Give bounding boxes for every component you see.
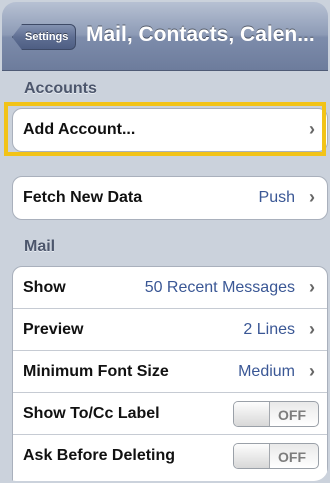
chevron-right-icon: › (309, 361, 315, 381)
mail-group: Show 50 Recent Messages › Preview 2 Line… (12, 266, 328, 481)
preview-row[interactable]: Preview 2 Lines › (13, 309, 327, 351)
navigation-bar: Settings Mail, Contacts, Calen... (2, 2, 328, 71)
fetch-group: Fetch New Data Push › (12, 176, 328, 220)
minimum-font-size-value: Medium (238, 363, 295, 380)
section-header-accounts: Accounts (24, 80, 97, 97)
minimum-font-size-row[interactable]: Minimum Font Size Medium › (13, 351, 327, 393)
highlight-box (4, 102, 326, 156)
toggle-state-text: OFF (278, 449, 306, 465)
settings-screen: Settings Mail, Contacts, Calen... Accoun… (2, 2, 328, 481)
show-value: 50 Recent Messages (144, 279, 295, 296)
back-button[interactable]: Settings (12, 24, 76, 50)
toggle-knob (234, 402, 270, 426)
show-tocc-label: Show To/Cc Label (23, 405, 160, 422)
minimum-font-size-label: Minimum Font Size (23, 363, 169, 380)
show-tocc-toggle[interactable]: OFF (233, 401, 319, 427)
fetch-new-data-value: Push (258, 189, 295, 206)
chevron-right-icon: › (309, 187, 315, 207)
fetch-new-data-row[interactable]: Fetch New Data Push › (13, 177, 327, 219)
section-header-mail: Mail (24, 238, 56, 255)
preview-value: 2 Lines (243, 321, 295, 338)
toggle-state-text: OFF (278, 407, 306, 423)
preview-label: Preview (23, 321, 84, 338)
chevron-right-icon: › (309, 319, 315, 339)
chevron-right-icon: › (309, 277, 315, 297)
toggle-knob (234, 444, 270, 468)
fetch-new-data-label: Fetch New Data (23, 189, 143, 206)
ask-before-deleting-toggle[interactable]: OFF (233, 443, 319, 469)
show-label: Show (23, 279, 66, 296)
show-tocc-label-row: Show To/Cc Label OFF (13, 393, 327, 435)
show-row[interactable]: Show 50 Recent Messages › (13, 267, 327, 309)
ask-before-deleting-row: Ask Before Deleting OFF (13, 435, 327, 477)
ask-before-deleting-label: Ask Before Deleting (23, 447, 176, 464)
page-title: Mail, Contacts, Calen... (86, 23, 315, 46)
